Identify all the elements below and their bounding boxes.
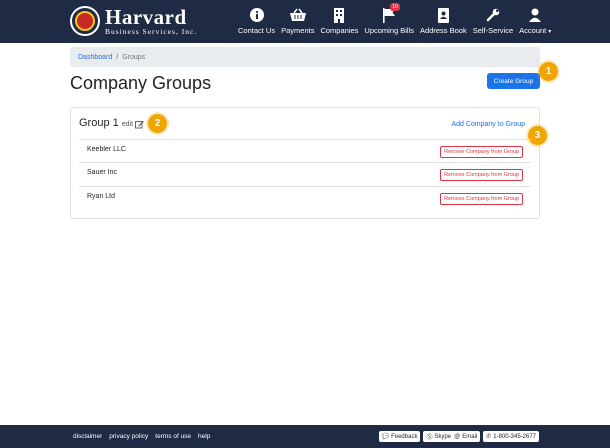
user-icon bbox=[528, 6, 542, 24]
feedback-label: Feedback bbox=[391, 433, 418, 440]
email-label: Email bbox=[462, 433, 478, 440]
building-icon bbox=[333, 6, 345, 24]
company-name: Ryan Ltd bbox=[87, 193, 116, 200]
feedback-button[interactable]: 💬 Feedback bbox=[378, 431, 421, 442]
brand-subtitle: Business Services, Inc. bbox=[105, 26, 198, 36]
nav-contact-us[interactable]: Contact Us bbox=[238, 6, 275, 35]
nav-account-label-wrap: Account ▾ bbox=[519, 26, 551, 35]
company-logo[interactable]: Harvard Business Services, Inc. bbox=[70, 5, 197, 37]
group-header: Group 1 edit bbox=[79, 117, 144, 129]
company-row: Keebler LLC Remove Company from Group bbox=[79, 139, 531, 163]
nav-label: Account bbox=[519, 26, 547, 35]
nav-label: Contact Us bbox=[238, 26, 276, 35]
edit-icon bbox=[135, 120, 144, 129]
nav-label: Self-Service bbox=[472, 26, 514, 35]
footer-link-privacy[interactable]: privacy policy bbox=[109, 433, 148, 440]
main-nav: Contact Us Payments Companies 10 Upcomin… bbox=[238, 3, 551, 35]
nav-label: Upcoming Bills bbox=[364, 26, 415, 35]
footer-link-help[interactable]: help bbox=[198, 433, 210, 440]
edit-label: edit bbox=[121, 121, 134, 128]
company-name: Keebler LLC bbox=[87, 146, 126, 153]
nav-upcoming-bills[interactable]: 10 Upcoming Bills bbox=[364, 3, 415, 35]
nav-address-book[interactable]: Address Book bbox=[420, 6, 467, 35]
breadcrumb: Dashboard / Groups bbox=[70, 47, 540, 67]
address-book-icon bbox=[437, 6, 450, 24]
nav-account[interactable]: Account ▾ bbox=[519, 6, 551, 35]
phone-button[interactable]: ✆ 1-800-345-2677 bbox=[483, 431, 539, 442]
company-row: Ryan Ltd Remove Company from Group bbox=[79, 186, 531, 210]
nav-self-service[interactable]: Self-Service bbox=[473, 6, 513, 35]
callout-badge-1: 1 bbox=[539, 62, 558, 81]
page-title: Company Groups bbox=[70, 73, 212, 93]
footer-link-terms[interactable]: terms of use bbox=[155, 433, 191, 440]
remove-company-button[interactable]: Remove Company from Group bbox=[440, 193, 523, 205]
footer-link-disclaimer[interactable]: disclaimer bbox=[73, 433, 102, 440]
skype-email-button[interactable]: Ⓢ Skype @ Email bbox=[423, 431, 481, 442]
info-icon bbox=[249, 6, 264, 24]
remove-company-button[interactable]: Remove Company from Group bbox=[440, 146, 523, 158]
edit-group-link[interactable]: edit bbox=[122, 120, 144, 129]
nav-label: Companies bbox=[320, 26, 359, 35]
nav-label: Payments bbox=[281, 26, 315, 35]
phone-number: 1-800-345-2677 bbox=[493, 433, 536, 440]
top-navbar: Harvard Business Services, Inc. Contact … bbox=[0, 0, 610, 43]
breadcrumb-dashboard-link[interactable]: Dashboard bbox=[78, 54, 112, 61]
group-title: Group 1 bbox=[79, 117, 119, 129]
create-group-button[interactable]: Create Group bbox=[487, 73, 540, 89]
wrench-icon bbox=[486, 6, 500, 24]
at-icon: @ bbox=[454, 433, 461, 440]
skype-label: Skype bbox=[434, 433, 452, 440]
seal-icon bbox=[70, 6, 100, 36]
footer: disclaimer privacy policy terms of use h… bbox=[0, 425, 610, 448]
add-company-link[interactable]: Add Company to Group bbox=[451, 121, 525, 128]
remove-company-button[interactable]: Remove Company from Group bbox=[440, 169, 523, 181]
footer-contact-buttons: 💬 Feedback Ⓢ Skype @ Email ✆ 1-800-345-2… bbox=[376, 431, 539, 442]
nav-payments[interactable]: Payments bbox=[281, 6, 314, 35]
chat-bubble-icon: 💬 bbox=[381, 434, 390, 440]
skype-icon: Ⓢ bbox=[426, 435, 433, 441]
caret-down-icon: ▾ bbox=[548, 29, 552, 35]
flag-icon: 10 bbox=[382, 3, 400, 24]
callout-badge-2: 2 bbox=[148, 114, 167, 133]
brand-name: Harvard bbox=[105, 4, 187, 29]
nav-label: Address Book bbox=[420, 26, 467, 35]
nav-companies[interactable]: Companies bbox=[320, 6, 358, 35]
basket-icon bbox=[289, 6, 307, 24]
company-row: Sauer Inc Remove Company from Group bbox=[79, 162, 531, 186]
bills-count-badge: 10 bbox=[390, 3, 400, 11]
phone-icon: ✆ bbox=[486, 434, 492, 440]
company-name: Sauer Inc bbox=[87, 169, 117, 176]
breadcrumb-separator: / bbox=[116, 53, 119, 61]
footer-links: disclaimer privacy policy terms of use h… bbox=[73, 433, 217, 440]
breadcrumb-current: Groups bbox=[122, 53, 146, 61]
